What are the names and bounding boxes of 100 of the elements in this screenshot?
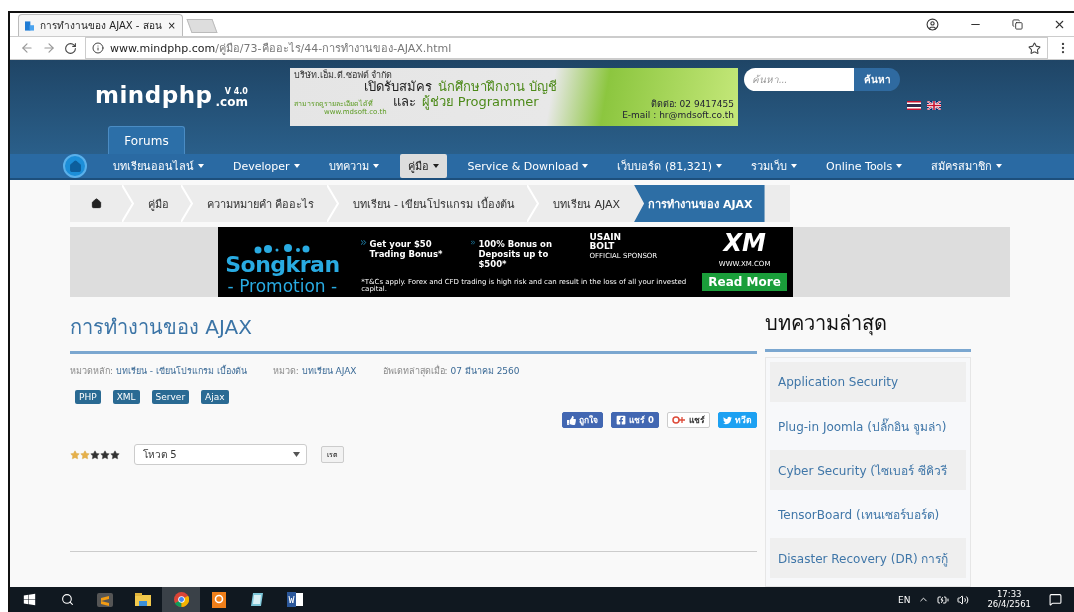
house-icon: [68, 159, 82, 173]
search-button[interactable]: ค้นหา: [854, 68, 900, 91]
clock-time[interactable]: 17:33: [996, 590, 1022, 600]
banner-joiner: และ: [392, 95, 416, 111]
promo-banner[interactable]: [217, 227, 793, 297]
document-app-icon[interactable]: [212, 591, 226, 608]
url-path: /คู่มือ/73-คืออะไร/44-การทำงานของ-AJAX.html: [215, 41, 452, 57]
logo-suffix: .com: [215, 96, 248, 108]
nav-menu-item[interactable]: คู่มือ: [399, 154, 447, 178]
browser-tab[interactable]: การทำงานของ AJAX - สอน ×: [18, 14, 183, 36]
bird-icon: [723, 415, 732, 425]
nav-menu-item[interactable]: รวมเว็บ: [743, 154, 806, 178]
share-button[interactable]: แชร์ 0: [611, 412, 659, 428]
bookmark-star-icon[interactable]: [1028, 41, 1041, 55]
home-icon[interactable]: [90, 198, 102, 209]
article-link[interactable]: Plug-in Joomla (ปลั๊กอิน จูมล่า): [770, 406, 966, 446]
article-title: การทำงานของ AJAX: [70, 314, 253, 341]
tag-label[interactable]: XML: [112, 390, 140, 404]
search-icon[interactable]: [60, 593, 74, 606]
notepad-app-icon[interactable]: [249, 592, 265, 607]
tab-close[interactable]: ×: [167, 20, 176, 31]
banner-lead: เปิดรับสมัคร: [364, 80, 432, 95]
caret-icon: [432, 164, 439, 168]
promo-subline: - Promotion -: [227, 278, 338, 295]
facebook-icon: [616, 415, 627, 425]
uk-flag-icon[interactable]: [927, 101, 941, 110]
article-link[interactable]: Cyber Security (ไซเบอร์ ซีคิวรี: [770, 450, 966, 490]
reload-icon[interactable]: [64, 41, 77, 55]
nav-menu-item[interactable]: เว็บบอร์ด (81,321): [609, 154, 731, 178]
dropdown-arrow-icon: [293, 452, 300, 457]
share-button[interactable]: ถูกใจ: [562, 412, 604, 428]
url-host: www.mindphp.com: [110, 41, 216, 55]
article-meta: หมวด: บทเรียน AJAX: [272, 365, 357, 378]
promo-offer: Get your $50 Trading Bonus*: [369, 239, 444, 260]
article-link[interactable]: TensorBoard (เทนเซอร์บอร์ด): [770, 494, 966, 534]
notifications-icon[interactable]: [1049, 593, 1062, 606]
promo-headline: Songkran: [225, 254, 340, 276]
banner-position: นักศึกษาฝึกงาน บัญชี: [438, 80, 558, 95]
restore-icon[interactable]: [1012, 18, 1023, 30]
article-link[interactable]: Application Security: [770, 362, 966, 402]
article-link[interactable]: Disaster Recovery (DR) การกู้: [770, 538, 966, 578]
profile-icon[interactable]: [926, 17, 939, 31]
banner-phone: ติดต่อ: 02 9417455: [650, 98, 734, 111]
search-field[interactable]: ค้นหา...: [744, 68, 854, 91]
breadcrumb-link[interactable]: บทเรียน AJAX: [538, 185, 633, 222]
brand-logo: XM: [723, 231, 766, 255]
forward-icon[interactable]: [42, 41, 56, 55]
sidebar-heading: บทความล่าสุด: [765, 310, 888, 338]
double-chevron-icon: [471, 239, 476, 246]
share-button[interactable]: แชร์: [667, 412, 710, 428]
logo-version: V 4.0: [224, 88, 248, 96]
info-icon: [92, 42, 104, 54]
thai-flag-icon[interactable]: [907, 101, 921, 110]
address-bar[interactable]: www.mindphp.com/คู่มือ/73-คืออะไร/44-การทำงานของ-AJAX.html: [85, 37, 1048, 59]
article-meta: อัพเดทล่าสุดเมื่อ: 07 มีนาคม 2560: [382, 364, 520, 378]
banner-company: บริษัท.เอ็ม.ดี.ซอฟต์ จำกัด: [294, 70, 394, 80]
nav-menu-item[interactable]: Online Tools: [818, 154, 911, 178]
nav-menu-item[interactable]: บทเรียนออนไลน์: [105, 154, 212, 178]
caret-icon: [791, 164, 798, 168]
site-logo[interactable]: mindphp: [95, 82, 213, 108]
forums-tab[interactable]: Forums: [108, 126, 185, 154]
breadcrumb-link[interactable]: บทเรียน - เขียนโปรแกรม เบื้องต้น: [338, 185, 527, 222]
article-meta: หมวดหลัก: บทเรียน - เขียนโปรแกรม เบื้องต้น: [70, 364, 247, 378]
volume-icon[interactable]: [957, 593, 970, 606]
tag-label[interactable]: Ajax: [201, 390, 229, 404]
chrome-icon[interactable]: [173, 592, 189, 607]
caret-icon: [996, 164, 1003, 168]
sponsor-name: USAIN BOLT: [589, 233, 623, 251]
double-chevron-icon: [361, 239, 367, 246]
caret-icon: [372, 164, 379, 168]
word-app-icon[interactable]: [287, 592, 303, 607]
tab-title: การทำงานของ AJAX - สอน: [40, 19, 162, 33]
caret-icon: [582, 164, 589, 168]
back-icon[interactable]: [20, 41, 34, 55]
caret-icon: [198, 164, 204, 168]
vote-select[interactable]: โหวต 5: [134, 444, 307, 465]
tag-label[interactable]: Server: [151, 390, 190, 404]
sublime-app-icon[interactable]: [97, 592, 113, 607]
windows-start-icon[interactable]: [22, 593, 36, 606]
banner-position: ผู้ช่วย Programmer: [421, 95, 539, 111]
promo-offer: 100% Bonus on Deposits up to $500*: [478, 239, 553, 270]
folder-icon[interactable]: [135, 593, 151, 606]
caret-icon: [896, 164, 903, 168]
caret-icon: [293, 164, 300, 168]
banner-email: E-mail : hr@mdsoft.co.th: [622, 110, 734, 122]
read-more-button[interactable]: Read More: [702, 273, 787, 291]
breadcrumb-link[interactable]: ความหมายคำ คืออะไร: [193, 185, 327, 222]
caret-icon: [716, 164, 723, 168]
google-plus-icon: [672, 416, 686, 424]
nav-menu-item[interactable]: Developer: [225, 154, 308, 178]
breadcrumb-link[interactable]: การทำงานของ AJAX: [634, 185, 765, 222]
breadcrumb-link[interactable]: คู่มือ: [134, 185, 181, 222]
nav-menu-item[interactable]: Service & Download: [459, 154, 597, 178]
home-button[interactable]: [63, 154, 87, 178]
clock-date[interactable]: 26/4/2561: [987, 599, 1031, 609]
nav-menu-item[interactable]: บทความ: [320, 154, 387, 178]
language-indicator[interactable]: EN: [898, 594, 911, 605]
tag-label[interactable]: PHP: [75, 390, 101, 404]
site-favicon-icon: [25, 19, 35, 32]
nav-menu-item[interactable]: สมัครสมาชิก: [923, 154, 1011, 178]
